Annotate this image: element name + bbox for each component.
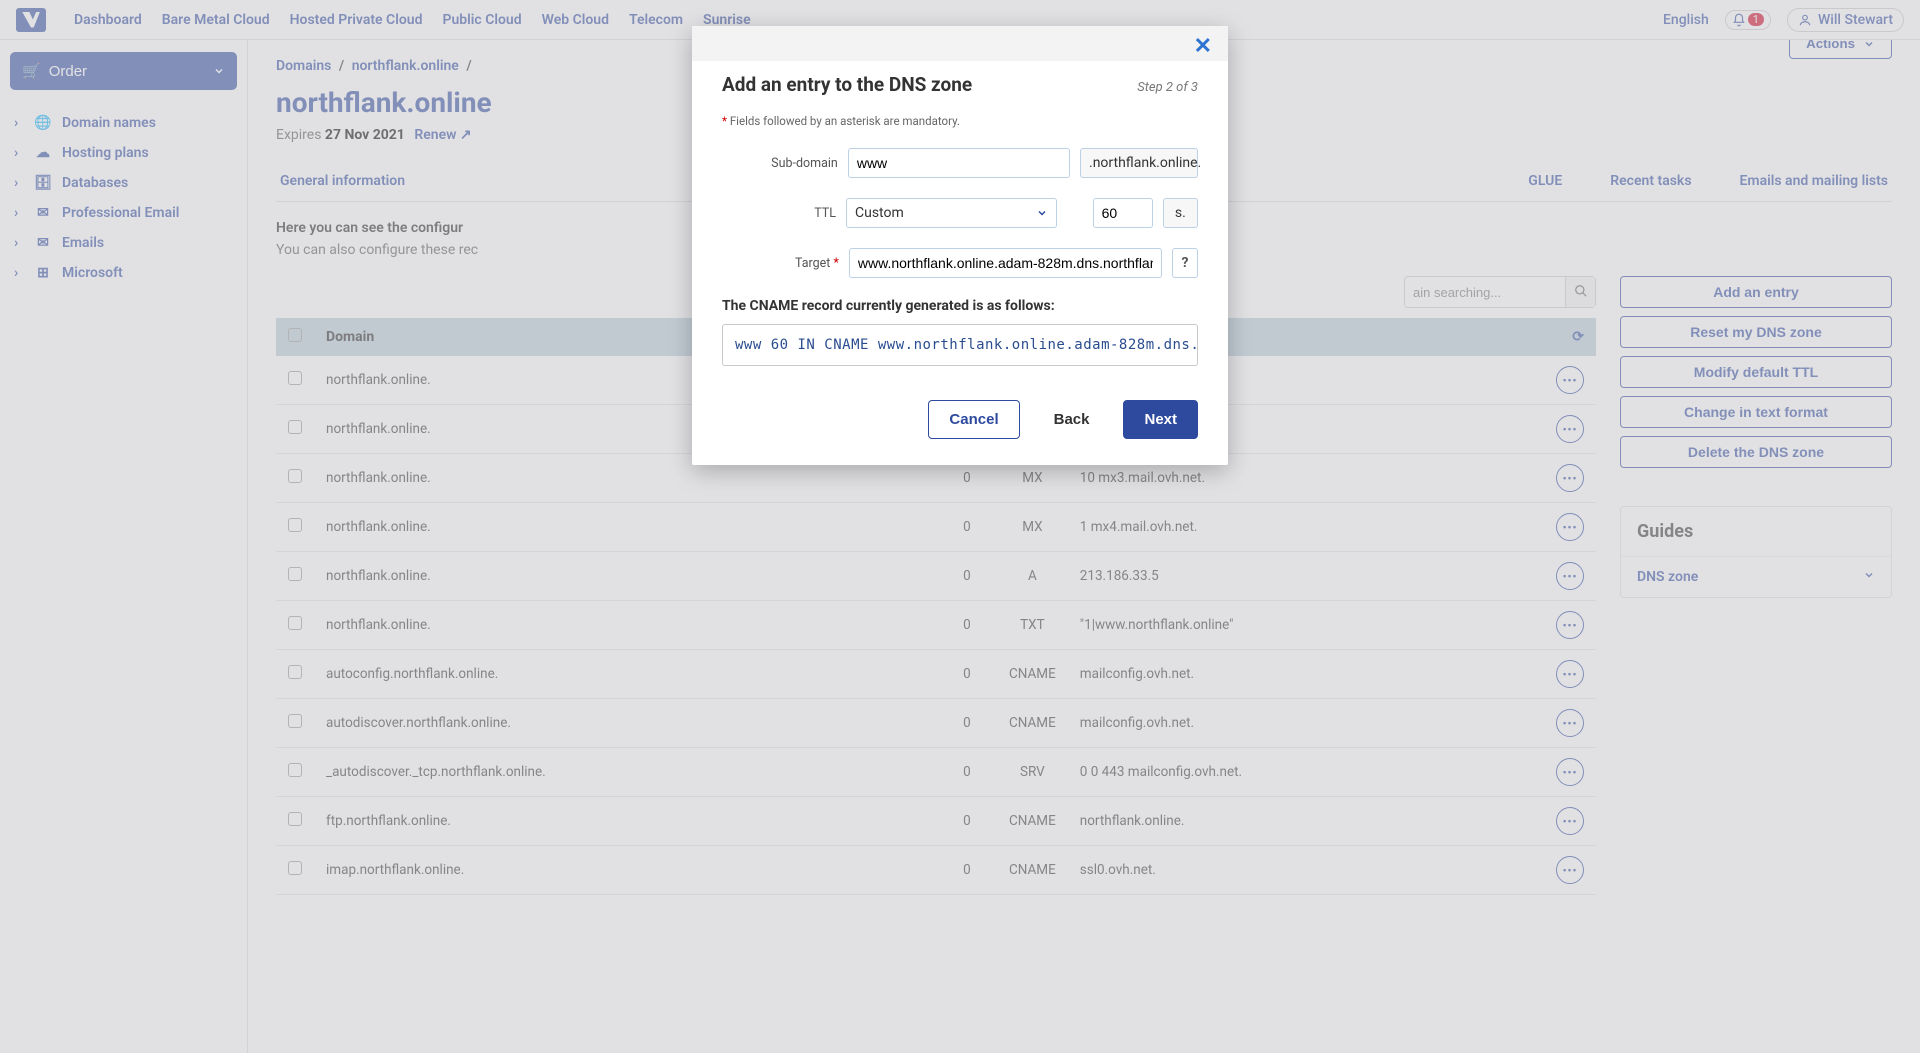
sub-domain-input[interactable]: [848, 148, 1070, 178]
generated-record: www 60 IN CNAME www.northflank.online.ad…: [722, 324, 1198, 366]
next-button[interactable]: Next: [1123, 400, 1198, 439]
cancel-button[interactable]: Cancel: [928, 400, 1019, 439]
modal-title: Add an entry to the DNS zone: [722, 73, 972, 96]
ttl-value-input[interactable]: [1093, 198, 1153, 228]
chevron-down-icon: [1036, 207, 1048, 219]
generated-label: The CNAME record currently generated is …: [722, 298, 1198, 314]
domain-suffix: .northflank.online.: [1080, 148, 1198, 178]
mandatory-note: * Fields followed by an asterisk are man…: [722, 114, 1198, 128]
modal-step: Step 2 of 3: [1137, 80, 1198, 95]
help-icon[interactable]: ?: [1172, 248, 1198, 278]
ttl-select[interactable]: Custom: [846, 198, 1057, 228]
label-sub-domain: Sub-domain: [722, 156, 838, 171]
label-target: Target *: [722, 256, 839, 271]
label-ttl: TTL: [722, 206, 836, 221]
target-input[interactable]: [849, 248, 1162, 278]
close-icon[interactable]: ✕: [1188, 32, 1218, 61]
label-target-text: Target: [795, 256, 830, 271]
add-entry-modal: ✕ Add an entry to the DNS zone Step 2 of…: [692, 26, 1228, 465]
ttl-select-value: Custom: [855, 205, 904, 221]
ttl-unit: s.: [1163, 198, 1198, 228]
mandatory-text: Fields followed by an asterisk are manda…: [730, 114, 960, 128]
back-button[interactable]: Back: [1034, 400, 1110, 439]
